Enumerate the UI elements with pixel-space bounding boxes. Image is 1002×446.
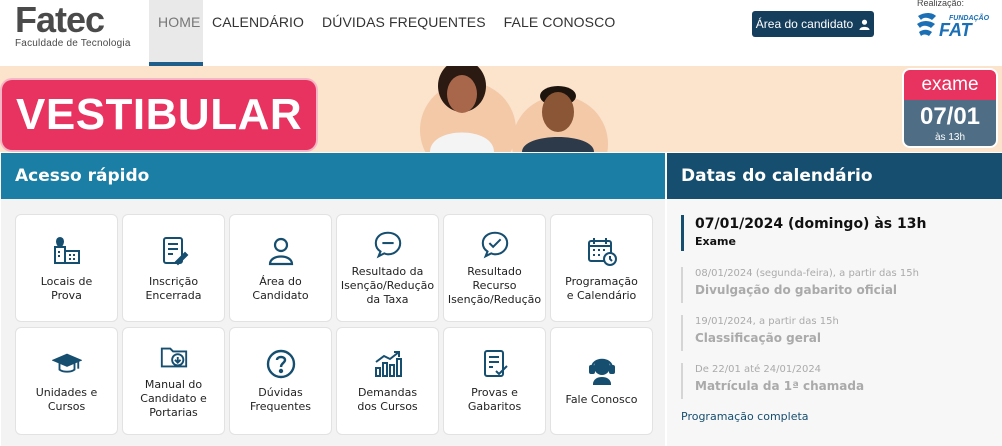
event-name: Matrícula da 1ª chamada — [695, 379, 865, 393]
exam-date: 07/01 — [919, 103, 981, 130]
calendar-main-event: 07/01/2024 (domingo) às 13h Exame — [681, 215, 926, 251]
logo-subtitle: Faculdade de Tecnologia — [15, 38, 131, 49]
exam-date-panel: 07/01 às 13h — [904, 100, 996, 146]
chat-minus-icon — [337, 229, 438, 259]
vestibular-badge: VESTIBULAR — [2, 80, 316, 150]
fat-logo[interactable]: FUNDAÇÃO FAT — [916, 12, 990, 38]
tile-label: Inscrição Encerrada — [145, 275, 202, 302]
tile-manual-candidato[interactable]: Manual do Candidato e Portarias — [122, 327, 225, 435]
main-nav: HOME CALENDÁRIO DÚVIDAS FREQUENTES FALE … — [149, 0, 624, 66]
calendar-event: 19/01/2024, a partir das 15h Classificaç… — [681, 315, 839, 351]
folder-download-icon — [123, 342, 224, 372]
calendar-title: Datas do calendário — [667, 153, 1002, 199]
nav-duvidas-frequentes[interactable]: DÚVIDAS FREQUENTES — [313, 0, 495, 66]
tile-demandas-cursos[interactable]: Demandas dos Cursos — [336, 327, 439, 435]
tile-label: Demandas dos Cursos — [357, 386, 418, 413]
tile-label: Manual do Candidato e Portarias — [140, 378, 207, 419]
tile-area-do-candidato[interactable]: Área do Candidato — [229, 214, 332, 322]
students-photo — [420, 66, 608, 152]
headset-icon — [551, 354, 652, 386]
area-candidato-button[interactable]: Área do candidato — [752, 11, 874, 37]
page: Fatec Faculdade de Tecnologia HOME CALEN… — [0, 0, 1002, 446]
site-header: Fatec Faculdade de Tecnologia HOME CALEN… — [0, 0, 1002, 66]
tile-provas-gabaritos[interactable]: Provas e Gabaritos — [443, 327, 546, 435]
calendar-event: 08/01/2024 (segunda-feira), a partir das… — [681, 267, 919, 303]
tile-label: Dúvidas Frequentes — [249, 386, 312, 413]
realizacao-label: Realização: — [917, 0, 965, 8]
event-name: Classificação geral — [695, 331, 822, 345]
tile-label: Fale Conosco — [565, 393, 638, 406]
quick-access-title: Acesso rápido — [1, 153, 665, 199]
nav-fale-conosco[interactable]: FALE CONOSCO — [495, 0, 625, 66]
chart-up-icon — [337, 348, 438, 380]
event-name: Divulgação do gabarito oficial — [695, 283, 898, 297]
nav-home[interactable]: HOME — [149, 0, 203, 66]
user-icon — [230, 235, 331, 267]
event-date: 07/01/2024 (domingo) às 13h — [695, 216, 927, 232]
banner-title: VESTIBULAR — [16, 90, 303, 139]
tile-unidades-cursos[interactable]: Unidades e Cursos — [15, 327, 118, 435]
programacao-completa-link[interactable]: Programação completa — [681, 410, 809, 423]
tile-label: Provas e Gabaritos — [467, 386, 522, 413]
document-check-icon — [444, 348, 545, 380]
event-date: 08/01/2024 (segunda-feira), a partir das… — [695, 268, 919, 279]
calendar-panel: 07/01/2024 (domingo) às 13h Exame 08/01/… — [667, 199, 1002, 446]
tile-label: Unidades e Cursos — [35, 386, 98, 413]
tile-resultado-isencao-taxa[interactable]: Resultado da Isenção/Redução da Taxa — [336, 214, 439, 322]
logo-name: Fatec — [15, 0, 105, 40]
fat-logo-main: FAT — [939, 20, 974, 38]
tile-fale-conosco[interactable]: Fale Conosco — [550, 327, 653, 435]
user-icon — [859, 19, 870, 30]
tile-label: Resultado Recurso Isenção/Redução — [447, 265, 542, 306]
event-date: De 22/01 até 24/01/2024 — [695, 364, 822, 375]
exam-date-badge: exame 07/01 às 13h — [902, 68, 998, 148]
vestibular-banner: VESTIBULAR exame 07/01 às 13h — [0, 66, 1002, 152]
tile-label: Área do Candidato — [252, 275, 309, 302]
quick-access-grid: Locais de Prova Inscrição Encerrada Área… — [1, 199, 665, 446]
chat-check-icon — [444, 229, 545, 259]
tile-label: Locais de Prova — [40, 275, 93, 302]
form-edit-icon — [123, 235, 224, 267]
building-map-icon — [16, 235, 117, 267]
calendar-event: De 22/01 até 24/01/2024 Matrícula da 1ª … — [681, 363, 864, 399]
event-name: Exame — [695, 235, 736, 248]
nav-calendario[interactable]: CALENDÁRIO — [203, 0, 313, 66]
exam-time: às 13h — [934, 132, 966, 143]
tile-label: Resultado da Isenção/Redução da Taxa — [340, 265, 435, 306]
calendar-clock-icon — [551, 235, 652, 267]
exam-label: exame — [904, 70, 996, 100]
tile-locais-de-prova[interactable]: Locais de Prova — [15, 214, 118, 322]
question-icon — [230, 348, 331, 380]
graduation-cap-icon — [16, 350, 117, 378]
tile-inscricao-encerrada[interactable]: Inscrição Encerrada — [122, 214, 225, 322]
tile-duvidas-frequentes[interactable]: Dúvidas Frequentes — [229, 327, 332, 435]
tile-label: Programação e Calendário — [565, 275, 638, 302]
fatec-logo[interactable]: Fatec Faculdade de Tecnologia — [15, 0, 131, 50]
event-date: 19/01/2024, a partir das 15h — [695, 316, 839, 327]
tile-programacao-calendario[interactable]: Programação e Calendário — [550, 214, 653, 322]
tile-resultado-recurso[interactable]: Resultado Recurso Isenção/Redução — [443, 214, 546, 322]
area-candidato-label: Área do candidato — [755, 17, 854, 31]
